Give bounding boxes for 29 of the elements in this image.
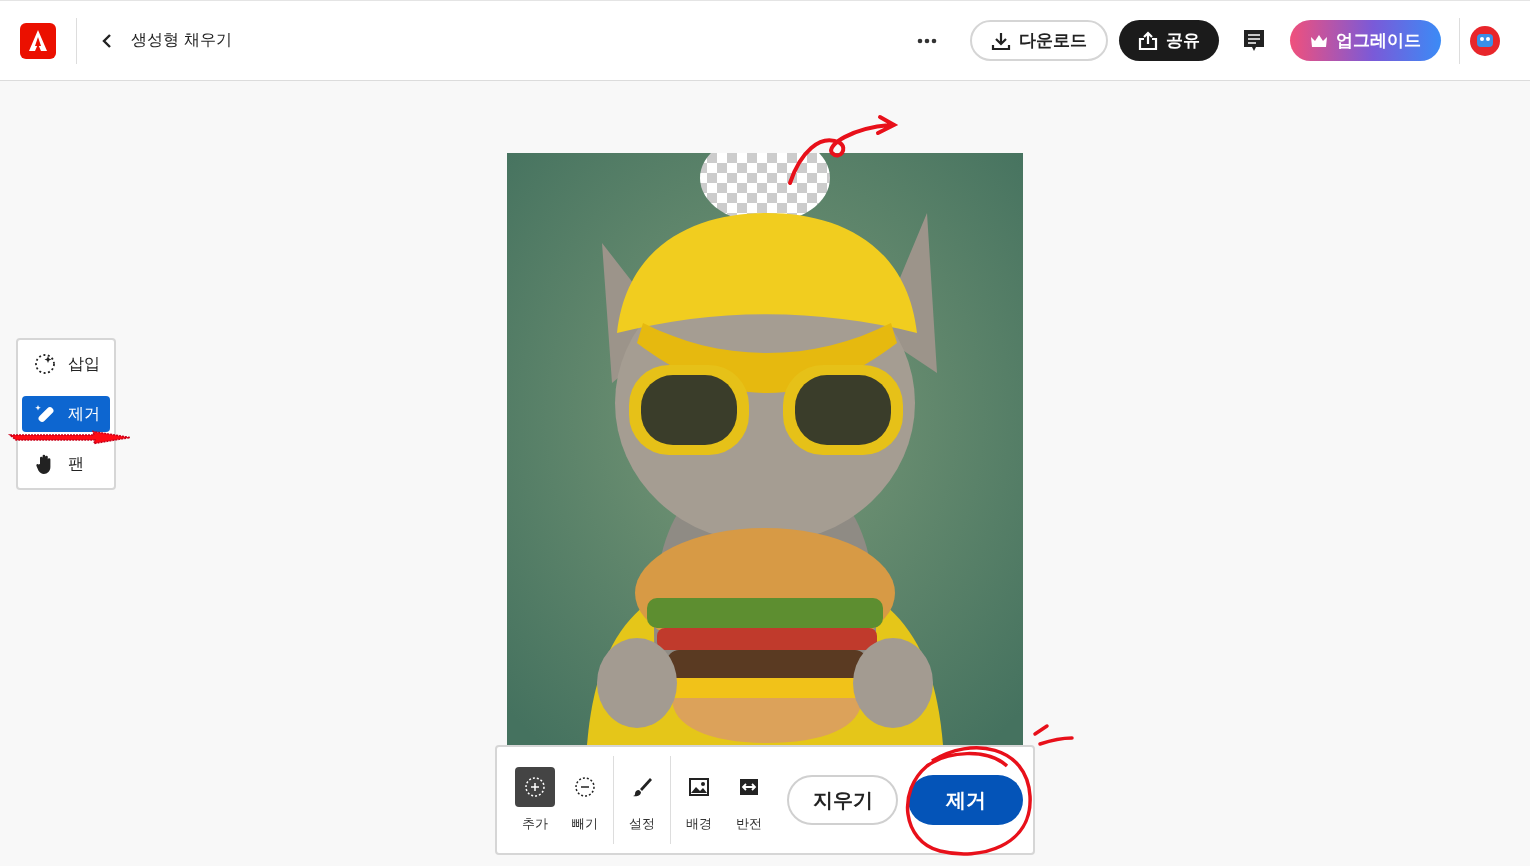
image-icon (689, 778, 709, 796)
clear-button[interactable]: 지우기 (787, 775, 899, 825)
swap-icon (739, 778, 759, 796)
download-icon (991, 30, 1011, 51)
share-icon (1138, 30, 1158, 51)
download-button[interactable]: 다운로드 (970, 20, 1108, 61)
brush-tool-button[interactable]: 배경 (679, 767, 719, 833)
crown-icon (1310, 33, 1328, 48)
tool-button[interactable]: 팬 (22, 446, 110, 482)
page-title: 생성형 채우기 (131, 30, 233, 51)
upgrade-button[interactable]: 업그레이드 (1290, 20, 1441, 61)
app-logo[interactable] (20, 22, 56, 59)
more-icon (917, 37, 937, 44)
avatar-icon[interactable] (1470, 25, 1500, 56)
tool-button[interactable]: 삽입 (22, 346, 110, 382)
tool-button[interactable]: 제거 (22, 396, 110, 432)
bandage-icon (34, 403, 56, 425)
brush-tool-button[interactable]: 설정 (622, 767, 662, 833)
sparkle-circle-icon (34, 353, 56, 375)
add-circle-icon (524, 776, 546, 798)
comment-icon (1243, 28, 1265, 53)
brush-tool-button[interactable]: 반전 (729, 767, 769, 833)
remove-button[interactable]: 제거 (908, 775, 1023, 825)
subtract-circle-icon (574, 776, 596, 798)
brush-icon (631, 776, 653, 798)
share-button[interactable]: 공유 (1119, 20, 1219, 61)
brush-tool-button[interactable]: 빼기 (565, 767, 605, 833)
chevron-left-icon (101, 33, 113, 48)
annotation-mark (1032, 722, 1074, 746)
